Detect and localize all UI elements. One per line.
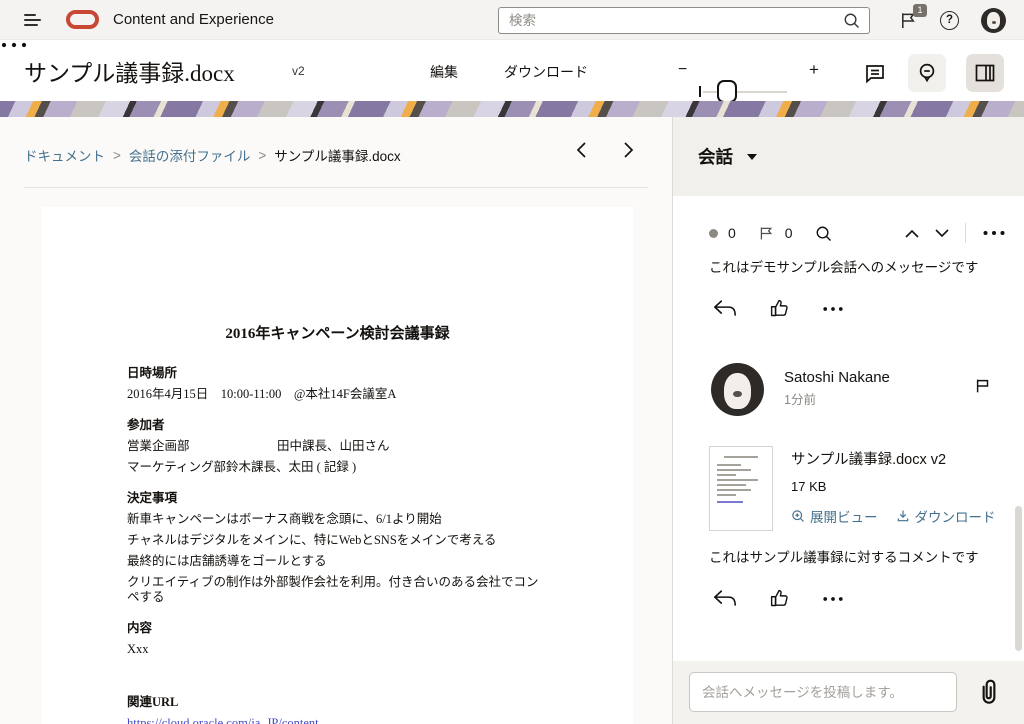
breadcrumb-separator: >	[113, 148, 121, 163]
help-button[interactable]: ?	[940, 11, 959, 30]
attachment-download-label: ダウンロード	[915, 506, 996, 526]
panel-header: 会話	[673, 117, 1024, 196]
doc-paragraph: クリエイティブの制作は外部製作会社を利用。付き合いのある会社でコンペする	[127, 575, 548, 605]
search-icon[interactable]	[843, 12, 860, 29]
flag-message-icon[interactable]	[974, 377, 992, 395]
attachment-download-link[interactable]: ダウンロード	[896, 506, 996, 526]
doc-paragraph: チャネルはデジタルをメインに、特にWebとSNSをメインで考える	[127, 533, 548, 548]
zoom-in-button[interactable]: +	[809, 60, 819, 80]
attachment-thumbnail[interactable]	[709, 446, 773, 531]
notification-badge: 1	[913, 4, 927, 17]
zoom-out-button[interactable]: −	[678, 61, 687, 79]
like-icon[interactable]	[769, 298, 790, 319]
download-button[interactable]: ダウンロード	[504, 62, 588, 82]
message-header: Satoshi Nakane 1分前	[711, 363, 1002, 419]
doc-section-heading: 関連URL	[127, 695, 548, 710]
attachment-card: サンプル議事録.docx v2 17 KB 展開ビュー	[709, 446, 1002, 538]
breadcrumb-separator: >	[258, 148, 266, 163]
comments-button[interactable]	[856, 54, 894, 92]
doc-section-heading: 決定事項	[127, 491, 548, 506]
doc-hyperlink[interactable]: https://cloud.oracle.com/ja_JP/content	[127, 716, 548, 724]
conversation-panel: 会話 0 0	[672, 117, 1024, 724]
document-page: 2016年キャンペーン検討会議事録 日時場所 2016年4月15日 10:00-…	[42, 207, 633, 724]
attachment-size: 17 KB	[791, 479, 996, 494]
breadcrumb-conversation-attachments[interactable]: 会話の添付ファイル	[129, 145, 251, 165]
doc-heading: 2016年キャンペーン検討会議事録	[87, 327, 588, 342]
unread-count: 0	[728, 225, 736, 241]
app-title: Content and Experience	[113, 11, 274, 28]
panel-scrollbar[interactable]	[1015, 506, 1022, 651]
message-input[interactable]	[689, 672, 957, 712]
zoom-slider[interactable]	[703, 91, 787, 93]
doc-paragraph: Xxx	[127, 642, 548, 657]
doc-paragraph: マーケティング部鈴木課長、太田 ( 記録 )	[127, 460, 548, 475]
panel-title-label: 会話	[698, 144, 733, 169]
attachment-filename[interactable]: サンプル議事録.docx v2	[791, 448, 996, 469]
search-input[interactable]	[499, 13, 843, 28]
flagged-icon	[758, 225, 775, 242]
next-message-icon[interactable]	[935, 229, 949, 238]
chevron-down-icon	[747, 154, 757, 160]
theme-banner	[0, 101, 1024, 117]
zoom-slider-track-end	[699, 86, 701, 97]
breadcrumb-row: ドキュメント > 会話の添付ファイル > サンプル議事録.docx	[0, 117, 672, 187]
like-icon[interactable]	[769, 588, 790, 609]
edit-button[interactable]: 編集	[430, 62, 458, 82]
expand-view-link[interactable]: 展開ビュー	[791, 506, 878, 526]
message-actions	[713, 588, 844, 609]
message-text: これはデモサンプル会話へのメッセージです	[709, 258, 994, 277]
message-actions	[713, 298, 844, 319]
message-more-icon[interactable]	[822, 595, 844, 603]
divider	[965, 223, 966, 243]
previous-message-icon[interactable]	[905, 229, 919, 238]
panel-more-icon[interactable]	[982, 229, 1006, 237]
doc-section-heading: 参加者	[127, 418, 548, 433]
doc-section-heading: 内容	[127, 621, 548, 636]
doc-paragraph: 2016年4月15日 10:00-11:00 @本社14F会議室A	[127, 387, 548, 402]
panel-title-dropdown[interactable]: 会話	[698, 144, 757, 169]
flagged-count: 0	[785, 225, 793, 241]
more-actions-icon[interactable]	[0, 40, 1024, 50]
reply-icon[interactable]	[713, 589, 737, 608]
unread-dot-icon	[709, 229, 718, 238]
top-bar: Content and Experience 1 ?	[0, 0, 1024, 40]
next-file-icon[interactable]	[620, 141, 636, 159]
version-selector[interactable]: v2	[292, 64, 305, 78]
annotate-pin-button[interactable]	[908, 54, 946, 92]
doc-section-heading: 日時場所	[127, 366, 548, 381]
conversation-stats-row: 0 0	[709, 222, 1006, 244]
document-title: サンプル議事録.docx	[24, 54, 235, 88]
user-avatar[interactable]	[981, 8, 1006, 33]
previous-file-icon[interactable]	[574, 141, 590, 159]
doc-paragraph: 営業企画部 田中課長、山田さん	[127, 439, 548, 454]
doc-paragraph: 最終的には店舗誘導をゴールとする	[127, 554, 548, 569]
zoom-slider-handle[interactable]	[717, 80, 737, 103]
message-more-icon[interactable]	[822, 305, 844, 313]
notifications-button[interactable]: 1	[899, 11, 918, 30]
oracle-logo	[66, 10, 99, 29]
panel-body: 0 0	[673, 196, 1024, 661]
side-panel-toggle-button[interactable]	[966, 54, 1004, 92]
message-composer	[673, 661, 1024, 724]
document-viewer: ドキュメント > 会話の添付ファイル > サンプル議事録.docx 2016年キ…	[0, 117, 672, 724]
global-search	[498, 7, 870, 34]
author-name[interactable]: Satoshi Nakane	[784, 369, 890, 386]
expand-view-label: 展開ビュー	[810, 506, 878, 526]
reply-icon[interactable]	[713, 299, 737, 318]
message-timestamp: 1分前	[784, 389, 816, 408]
breadcrumb: ドキュメント > 会話の添付ファイル > サンプル議事録.docx	[24, 145, 401, 165]
breadcrumb-current-file: サンプル議事録.docx	[274, 145, 400, 165]
divider	[24, 187, 648, 188]
document-toolbar: サンプル議事録.docx v2 編集 ダウンロード − +	[0, 40, 1024, 101]
author-avatar[interactable]	[711, 363, 764, 416]
attach-file-icon[interactable]	[976, 677, 1002, 707]
message-text: これはサンプル議事録に対するコメントです	[709, 548, 994, 567]
doc-paragraph: 新車キャンペーンはボーナス商戦を念頭に、6/1より開始	[127, 512, 548, 527]
hamburger-menu-icon[interactable]	[24, 14, 42, 26]
breadcrumb-documents[interactable]: ドキュメント	[24, 145, 105, 165]
conversation-search-icon[interactable]	[815, 225, 832, 242]
